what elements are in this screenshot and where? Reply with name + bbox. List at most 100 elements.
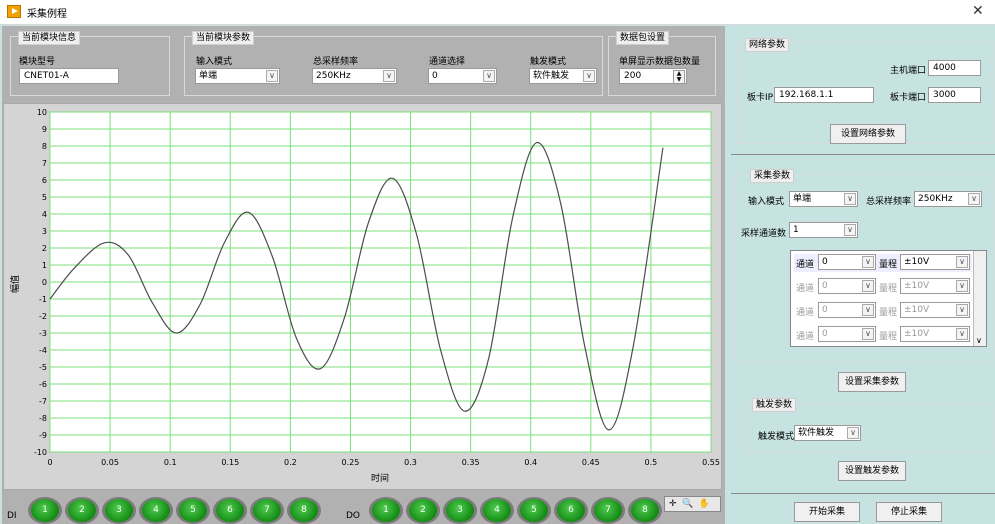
close-icon[interactable]: ✕	[972, 3, 984, 19]
range-select[interactable]: ±10V ∨	[900, 326, 970, 342]
set-trigger-button[interactable]: 设置触发参数	[838, 461, 906, 481]
channel-select[interactable]: 0 ∨	[818, 254, 876, 270]
zoom-icon[interactable]: 🔍	[679, 499, 693, 509]
waveform-chart: 109876543210-1-2-3-4-5-6-7-8-9-10 0 0.05 0…	[9, 108, 720, 484]
channel-count-label: 采样通道数	[741, 229, 787, 239]
waveform-graph[interactable]: 10 9 8 7 6 5 4 3 2 1 0 -1 -2 -3 -4 -5 -6 -7 -8 -9 -10 0 0.05 0…	[3, 103, 722, 490]
channel-select[interactable]: 0 ∨	[428, 68, 497, 84]
chevron-down-icon: ∨	[956, 280, 968, 292]
range-value: ±10V	[904, 281, 930, 291]
chevron-down-icon: ∨	[862, 304, 874, 316]
chevron-down-icon: ∨	[583, 70, 595, 82]
channel-value: 0	[822, 305, 828, 315]
di-led: 5	[176, 497, 210, 524]
range-label: 量程	[879, 260, 898, 270]
card-ip-label: 板卡IP	[747, 93, 774, 103]
channel-value: 0	[822, 329, 828, 339]
input-mode-select[interactable]: 单端 ∨	[195, 68, 280, 84]
di-led: 1	[28, 497, 62, 524]
packet-count-field[interactable]: 200 ▲ ▼	[619, 68, 687, 84]
y-tick-label: 2	[42, 244, 47, 253]
card-port-field[interactable]: 3000	[928, 87, 981, 103]
stop-button[interactable]: 停止采集	[876, 502, 942, 522]
chevron-down-icon: ∨	[968, 193, 980, 205]
do-led-label: 5	[520, 499, 548, 522]
start-button[interactable]: 开始采集	[794, 502, 860, 522]
set-net-button[interactable]: 设置网络参数	[830, 124, 906, 144]
do-led: 2	[406, 497, 440, 524]
y-tick-label: 3	[42, 227, 47, 236]
spinner-icon[interactable]: ▲ ▼	[673, 70, 685, 84]
di-led-label: 7	[253, 499, 281, 522]
do-led-label: 6	[557, 499, 585, 522]
x-tick-label: 0.3	[404, 458, 417, 467]
do-led: 8	[628, 497, 662, 524]
packet-count-value: 200	[624, 71, 642, 81]
channel-label: 通道	[796, 284, 815, 294]
pan-icon[interactable]: ✋	[697, 499, 710, 509]
y-tick-label: 0	[42, 278, 47, 287]
do-led: 7	[591, 497, 625, 524]
x-tick-label: 0	[47, 458, 52, 467]
y-tick-label: 1	[42, 261, 47, 270]
channel-label: 通道	[796, 332, 815, 342]
net-params-title: 网络参数	[745, 38, 790, 52]
sample-rate-select[interactable]: 250KHz ∨	[312, 68, 397, 84]
channel-select[interactable]: 0 ∨	[818, 278, 876, 294]
channel-row: 通道 0 ∨ 量程 ±10V ∨	[794, 326, 972, 344]
di-led-label: 4	[142, 499, 170, 522]
card-port-label: 板卡端口	[890, 93, 927, 103]
trigger-mode-select[interactable]: 软件触发 ∨	[529, 68, 597, 84]
set-acq-button[interactable]: 设置采集参数	[838, 372, 906, 392]
di-led: 7	[250, 497, 284, 524]
di-led-label: 6	[216, 499, 244, 522]
trigger-mode-value: 软件触发	[533, 71, 570, 81]
input-mode-value: 单端	[199, 71, 218, 81]
channel-table-scrollbar[interactable]: ∨	[973, 251, 986, 346]
range-select[interactable]: ±10V ∨	[900, 254, 970, 270]
di-led: 8	[287, 497, 321, 524]
acq-params-title: 采集参数	[750, 169, 795, 183]
do-led-label: 1	[372, 499, 400, 522]
card-ip-field[interactable]: 192.168.1.1	[774, 87, 874, 103]
channel-value: 0	[822, 281, 828, 291]
acq-sample-rate-select[interactable]: 250KHz ∨	[914, 191, 982, 207]
di-led: 4	[139, 497, 173, 524]
crosshair-icon[interactable]: ✛	[665, 499, 677, 509]
chevron-down-icon: ∨	[383, 70, 395, 82]
channel-value: 0	[432, 71, 438, 81]
chevron-down-icon: ∨	[862, 280, 874, 292]
range-value: ±10V	[904, 329, 930, 339]
y-tick-label: -3	[39, 329, 47, 338]
trigger-mode-select-2[interactable]: 软件触发 ∨	[794, 425, 861, 441]
y-tick-label: -4	[39, 346, 47, 355]
channel-select[interactable]: 0 ∨	[818, 302, 876, 318]
grid-lines	[49, 111, 712, 453]
chevron-down-icon: ∨	[847, 427, 859, 439]
range-value: ±10V	[904, 257, 930, 267]
chevron-down-icon[interactable]: ∨	[976, 336, 982, 345]
acq-params-group: 采集参数 输入模式 单端 ∨ 总采样频率 250KHz ∨ 采样通道数 1 ∨ ∨ 通…	[735, 169, 993, 362]
range-select[interactable]: ±10V ∨	[900, 302, 970, 318]
acq-sample-rate-value: 250KHz	[918, 194, 953, 204]
y-axis-label: 幅值	[9, 275, 21, 293]
module-params-group: 当前模块参数 输入模式 单端 ∨ 总采样频率 250KHz ∨ 通道选择 0 ∨ 触发…	[184, 31, 603, 96]
net-params-group: 网络参数 主机端口 4000 板卡IP 192.168.1.1 板卡端口 300…	[737, 38, 993, 144]
acq-input-mode-select[interactable]: 单端 ∨	[789, 191, 858, 207]
y-tick-label: 8	[42, 142, 47, 151]
range-select[interactable]: ±10V ∨	[900, 278, 970, 294]
channel-count-select[interactable]: 1 ∨	[789, 222, 858, 238]
x-tick-labels: 0 0.05 0.1 0.15 0.2 0.25 0.3 0.35 0.4 0.45 0.5 0.55	[47, 458, 719, 467]
channel-select[interactable]: 0 ∨	[818, 326, 876, 342]
do-led: 5	[517, 497, 551, 524]
x-tick-label: 0.4	[524, 458, 537, 467]
channel-label: 通道	[796, 260, 815, 270]
x-tick-label: 0.45	[582, 458, 600, 467]
host-port-field[interactable]: 4000	[928, 60, 981, 76]
trigger-mode-label: 触发模式	[530, 57, 567, 67]
packet-count-label: 单屏显示数据包数量	[619, 57, 701, 67]
do-led-label: 7	[594, 499, 622, 522]
sample-rate-label: 总采样频率	[313, 57, 359, 67]
di-led-label: 1	[31, 499, 59, 522]
packet-group: 数据包设置 单屏显示数据包数量 200 ▲ ▼	[608, 31, 716, 96]
